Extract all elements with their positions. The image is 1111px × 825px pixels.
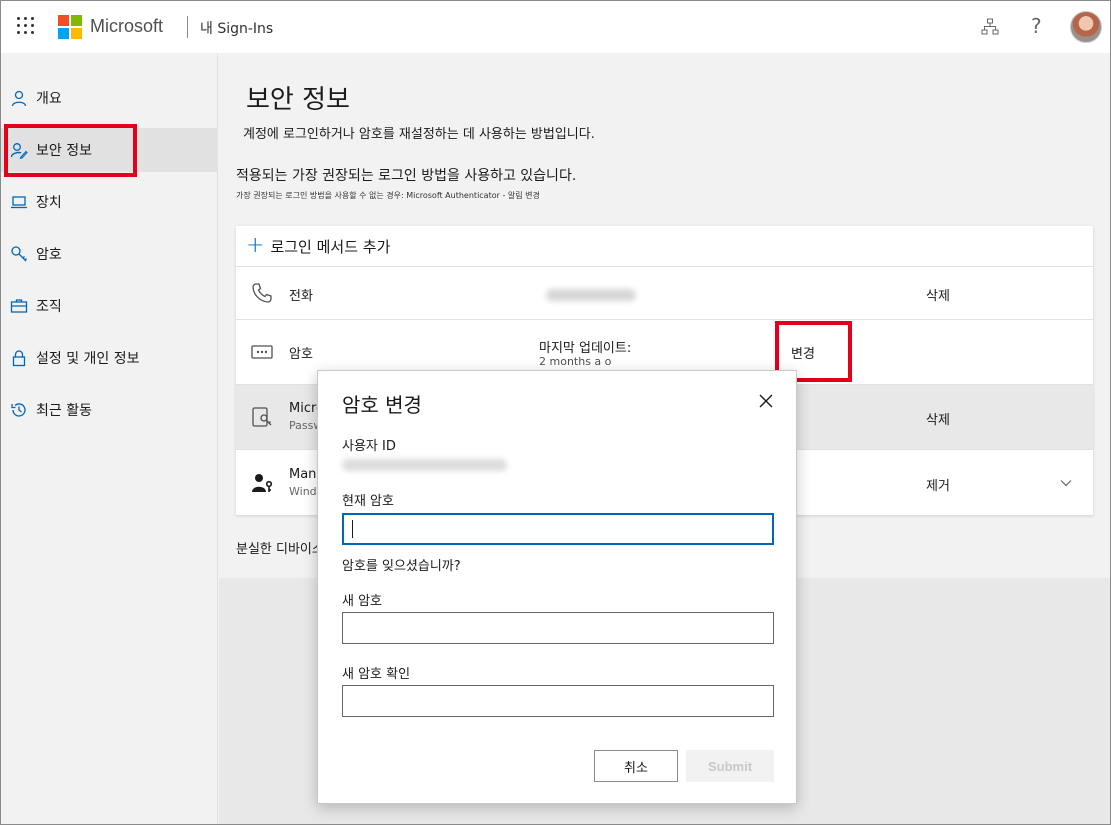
sidebar-item-organizations[interactable]: 조직 bbox=[1, 284, 217, 328]
last-updated-label: 마지막 업데이트: bbox=[539, 341, 632, 356]
sidebar-item-label: 최근 활동 bbox=[36, 403, 92, 419]
chevron-down-icon[interactable] bbox=[1059, 476, 1073, 490]
dialog-title: 암호 변경 bbox=[342, 393, 422, 417]
sidebar-item-devices[interactable]: 장치 bbox=[1, 180, 217, 224]
confirm-password-label: 새 암호 확인 bbox=[342, 667, 411, 682]
passwordless-icon bbox=[252, 407, 272, 427]
new-password-field[interactable] bbox=[342, 612, 774, 644]
page-subtitle: 계정에 로그인하거나 암호를 재설정하는 데 사용하는 방법입니다. bbox=[243, 127, 595, 142]
delete-button[interactable]: 삭제 bbox=[926, 409, 950, 428]
add-method-label: 로그인 메서드 추가 bbox=[270, 237, 391, 256]
history-icon bbox=[11, 403, 26, 417]
sidebar-item-label: 암호 bbox=[36, 247, 62, 263]
sidebar-item-recent-activity[interactable]: 최근 활동 bbox=[1, 388, 217, 432]
add-method-button[interactable]: + 로그인 메서드 추가 bbox=[236, 226, 1093, 266]
password-icon bbox=[251, 345, 273, 359]
header-divider bbox=[187, 16, 188, 38]
laptop-icon bbox=[11, 196, 27, 209]
last-updated-value: 2 months a o bbox=[539, 355, 612, 368]
current-password-field[interactable] bbox=[342, 513, 774, 545]
lock-icon bbox=[12, 350, 26, 367]
phone-icon bbox=[252, 283, 272, 303]
sidebar-item-password[interactable]: 암호 bbox=[1, 232, 217, 276]
sidebar-item-label: 장치 bbox=[36, 195, 62, 211]
plus-icon: + bbox=[246, 233, 265, 258]
default-method-line: 적용되는 가장 권장되는 로그인 방법을 사용하고 있습니다. bbox=[236, 168, 577, 184]
user-id-label: 사용자 ID bbox=[342, 439, 396, 454]
current-password-label: 현재 암호 bbox=[342, 494, 394, 509]
redacted-user-id bbox=[342, 459, 507, 471]
person-icon bbox=[11, 90, 27, 107]
delete-button[interactable]: 삭제 bbox=[926, 285, 950, 304]
user-key-icon bbox=[252, 474, 273, 492]
page-title: 보안 정보 bbox=[246, 85, 350, 115]
app-launcher-icon[interactable] bbox=[17, 17, 35, 35]
default-method-note[interactable]: 가장 권장되는 로그인 방법을 사용할 수 없는 경우: Microsoft A… bbox=[236, 190, 540, 201]
cancel-button[interactable]: 취소 bbox=[594, 750, 678, 782]
top-bar: Microsoft 내 Sign-Ins ? bbox=[1, 1, 1110, 53]
forgot-password-link[interactable]: 암호를 잊으셨습니까? bbox=[342, 555, 461, 574]
sidebar-item-overview[interactable]: 개요 bbox=[1, 76, 217, 120]
help-icon[interactable]: ? bbox=[1031, 14, 1042, 38]
close-icon[interactable] bbox=[758, 393, 774, 409]
highlight-box-security-info bbox=[4, 124, 137, 177]
method-name: 암호 bbox=[289, 347, 313, 362]
new-password-label: 새 암호 bbox=[342, 594, 383, 609]
sidebar-item-label: 개요 bbox=[36, 91, 62, 107]
change-password-dialog: 암호 변경 사용자 ID 현재 암호 암호를 잊으셨습니까? 새 암호 새 암호… bbox=[317, 370, 797, 804]
microsoft-logo-icon bbox=[58, 15, 82, 39]
browser-frame: Microsoft 내 Sign-Ins ? 개요 보안 정보 장치 암호 조직… bbox=[0, 0, 1111, 825]
sidebar-item-settings-privacy[interactable]: 설정 및 개인 정보 bbox=[1, 336, 217, 380]
submit-button[interactable]: Submit bbox=[686, 750, 774, 782]
confirm-password-field[interactable] bbox=[342, 685, 774, 717]
method-name-secondary: Wind bbox=[289, 485, 317, 498]
avatar[interactable] bbox=[1070, 11, 1102, 43]
app-title[interactable]: 내 Sign-Ins bbox=[200, 18, 273, 38]
text-caret bbox=[352, 520, 353, 538]
sidebar-item-label: 설정 및 개인 정보 bbox=[36, 351, 140, 367]
method-row-phone: 전화 삭제 bbox=[236, 266, 1093, 319]
redacted-phone-number bbox=[546, 289, 636, 301]
briefcase-icon bbox=[10, 299, 28, 313]
organization-icon[interactable] bbox=[981, 18, 999, 36]
brand-name[interactable]: Microsoft bbox=[90, 16, 163, 37]
remove-button[interactable]: 제거 bbox=[926, 475, 950, 494]
key-icon bbox=[11, 246, 27, 262]
sidebar-item-label: 조직 bbox=[36, 299, 62, 315]
method-name: 전화 bbox=[289, 289, 313, 304]
